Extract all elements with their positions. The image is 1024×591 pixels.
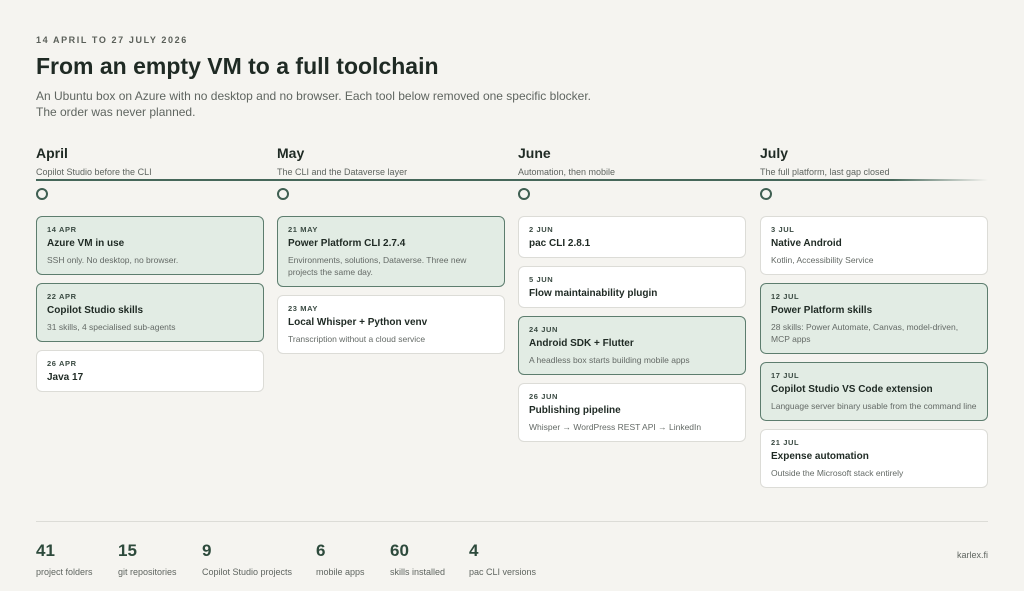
milestone-card: 26 JUN Publishing pipeline Whisper → Wor… [518,383,746,442]
stat-pac-cli-versions: 4 pac CLI versions [469,541,536,577]
milestone-card: 21 JUL Expense automation Outside the Mi… [760,429,988,488]
milestone-card: 21 MAY Power Platform CLI 2.7.4 Environm… [277,216,505,287]
month-may: May The CLI and the Dataverse layer [277,145,407,177]
card-title: Expense automation [771,451,869,462]
card-description: A headless box starts building mobile ap… [529,355,690,365]
stat-label: Copilot Studio projects [202,567,293,577]
column-june: 2 JUN pac CLI 2.8.1 5 JUN Flow maintaina… [518,216,746,450]
card-date: 23 MAY [288,304,319,313]
card-date: 14 APR [47,225,77,234]
stat-label: project folders [36,567,93,577]
card-date: 26 APR [47,359,77,368]
month-name: May [277,145,305,161]
card-title: Copilot Studio skills [47,305,144,316]
timeline-dot-july [760,188,772,200]
month-april: April Copilot Studio before the CLI [36,145,152,177]
card-date: 12 JUL [771,292,800,301]
stat-label: mobile apps [316,567,365,577]
timeline-line [36,179,988,181]
milestone-card: 22 APR Copilot Studio skills 31 skills, … [36,283,264,342]
stat-value: 41 [36,541,55,560]
card-title: Power Platform CLI 2.7.4 [288,238,406,249]
card-date: 5 JUN [529,275,554,284]
stat-value: 6 [316,541,326,560]
card-title: Android SDK + Flutter [529,338,634,349]
stat-mobile-apps: 6 mobile apps [316,541,365,577]
month-name: April [36,145,68,161]
site-link[interactable]: karlex.fi [957,550,988,560]
month-subtitle: The CLI and the Dataverse layer [277,167,408,177]
milestone-card: 2 JUN pac CLI 2.8.1 [518,216,746,258]
card-date: 21 JUL [771,438,800,447]
card-date: 3 JUL [771,225,795,234]
month-june: June Automation, then mobile [518,145,615,177]
page-title: From an empty VM to a full toolchain [36,53,439,79]
card-date: 26 JUN [529,392,559,401]
timeline-dot-june [518,188,530,200]
month-subtitle: Automation, then mobile [518,167,616,177]
milestone-card: 17 JUL Copilot Studio VS Code extension … [760,362,988,421]
card-description: Whisper → WordPress REST API → LinkedIn [529,422,702,432]
card-date: 24 JUN [529,325,559,334]
stat-label: git repositories [118,567,177,577]
stat-value: 60 [390,541,409,560]
card-title: Java 17 [47,372,84,383]
stat-value: 9 [202,541,212,560]
milestone-card: 5 JUN Flow maintainability plugin [518,266,746,308]
card-title: Power Platform skills [771,305,873,316]
card-description: SSH only. No desktop, no browser. [47,255,179,265]
card-date: 22 APR [47,292,77,301]
card-date: 17 JUL [771,371,800,380]
stat-skills-installed: 60 skills installed [390,541,445,577]
stat-label: pac CLI versions [469,567,537,577]
stat-copilot-projects: 9 Copilot Studio projects [202,541,292,577]
card-description: Outside the Microsoft stack entirely [771,468,904,478]
stat-git-repositories: 15 git repositories [118,541,177,577]
card-title: Local Whisper + Python venv [288,317,428,328]
card-description: Transcription without a cloud service [288,334,426,344]
card-description: 28 skills: Power Automate, Canvas, model… [771,322,959,344]
card-date: 21 MAY [288,225,319,234]
timeline-dot-may [277,188,289,200]
column-may: 21 MAY Power Platform CLI 2.7.4 Environm… [277,216,505,362]
card-title: Native Android [771,238,842,249]
month-subtitle: Copilot Studio before the CLI [36,167,152,177]
card-title: Flow maintainability plugin [529,288,658,299]
intro-text: An Ubuntu box on Azure with no desktop a… [36,89,591,119]
milestone-card: 26 APR Java 17 [36,350,264,392]
column-july: 3 JUL Native Android Kotlin, Accessibili… [760,216,988,496]
card-description: Environments, solutions, Dataverse. Thre… [288,255,467,277]
card-date: 2 JUN [529,225,554,234]
milestone-card: 14 APR Azure VM in use SSH only. No desk… [36,216,264,275]
stat-label: skills installed [390,567,446,577]
month-subtitle: The full platform, last gap closed [760,167,890,177]
milestone-card: 12 JUL Power Platform skills 28 skills: … [760,283,988,354]
footer-divider [36,521,988,522]
card-title: Azure VM in use [47,238,125,249]
timeline-dot-april [36,188,48,200]
card-title: Publishing pipeline [529,405,621,416]
milestone-card: 3 JUL Native Android Kotlin, Accessibili… [760,216,988,275]
stat-value: 15 [118,541,137,560]
month-name: July [760,145,789,161]
month-name: June [518,145,551,161]
month-july: July The full platform, last gap closed [760,145,890,177]
stat-project-folders: 41 project folders [36,541,93,577]
stat-value: 4 [469,541,479,560]
card-title: Copilot Studio VS Code extension [771,384,933,395]
date-range: 14 APRIL TO 27 JULY 2026 [36,35,188,45]
milestone-card: 24 JUN Android SDK + Flutter A headless … [518,316,746,375]
card-description: 31 skills, 4 specialised sub-agents [47,322,176,332]
card-description: Kotlin, Accessibility Service [771,255,874,265]
column-april: 14 APR Azure VM in use SSH only. No desk… [36,216,264,400]
card-title: pac CLI 2.8.1 [529,238,591,249]
milestone-card: 23 MAY Local Whisper + Python venv Trans… [277,295,505,354]
card-description: Language server binary usable from the c… [771,401,977,411]
